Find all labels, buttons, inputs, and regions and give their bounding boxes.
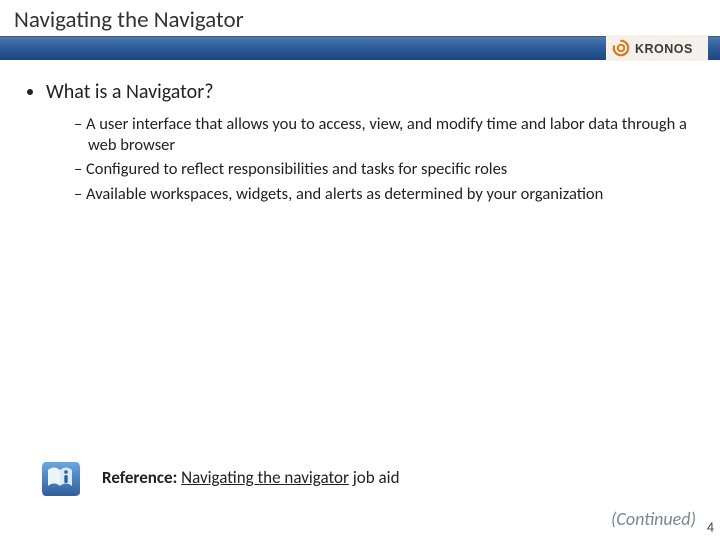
- slide: Navigating the Navigator KRONOS What is …: [0, 0, 720, 540]
- bullet-l1-text: What is a Navigator?: [46, 80, 213, 104]
- info-book-icon: [40, 456, 82, 498]
- page-number: 4: [707, 519, 714, 536]
- reference-block: Reference: Navigating the navigator job …: [40, 456, 400, 498]
- bullet-l2: Configured to reflect responsibilities a…: [74, 159, 696, 180]
- kronos-logo-svg: KRONOS: [611, 38, 703, 58]
- brand-text: KRONOS: [635, 42, 693, 56]
- slide-title: Navigating the Navigator: [14, 6, 244, 34]
- reference-link: Navigating the navigator: [181, 467, 349, 488]
- slide-body: What is a Navigator? A user interface th…: [24, 80, 696, 211]
- bullet-l2: A user interface that allows you to acce…: [74, 114, 696, 155]
- bullet-l2: Available workspaces, widgets, and alert…: [74, 184, 696, 205]
- bullet-list-l2: A user interface that allows you to acce…: [46, 114, 696, 205]
- bullet-l1: What is a Navigator? A user interface th…: [46, 80, 696, 205]
- brand-logo: KRONOS: [606, 35, 708, 61]
- reference-suffix: job aid: [349, 467, 400, 488]
- continued-label: (Continued): [611, 508, 696, 530]
- reference-label: Reference:: [102, 467, 177, 488]
- reference-text: Reference: Navigating the navigator job …: [102, 467, 400, 488]
- bullet-list-l1: What is a Navigator? A user interface th…: [24, 80, 696, 205]
